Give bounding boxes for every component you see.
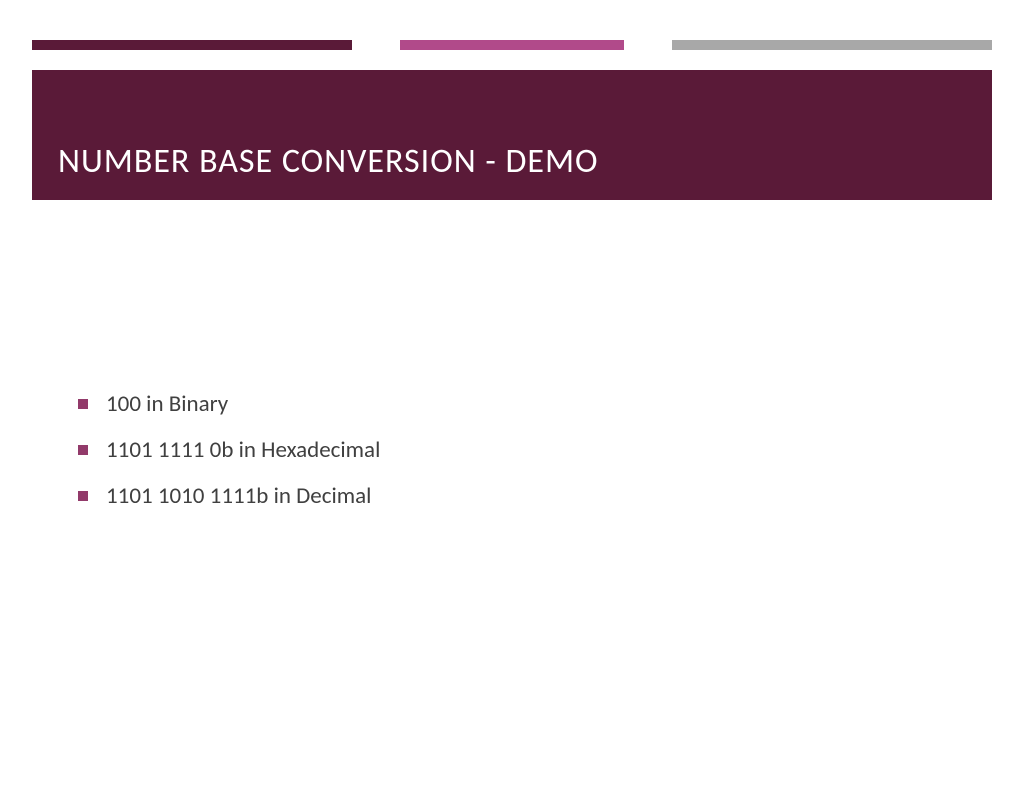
list-item: 100 in Binary	[78, 390, 1024, 418]
slide-title: NUMBER BASE CONVERSION - DEMO	[58, 141, 599, 182]
bullet-text: 1101 1111 0b in Hexadecimal	[106, 436, 380, 464]
list-item: 1101 1010 1111b in Decimal	[78, 482, 1024, 510]
stripe-gap	[352, 40, 400, 50]
decorative-top-stripes	[32, 40, 992, 50]
bullet-icon	[78, 399, 88, 409]
slide-content: 100 in Binary 1101 1111 0b in Hexadecima…	[78, 390, 1024, 510]
bullet-text: 1101 1010 1111b in Decimal	[106, 482, 371, 510]
title-banner: NUMBER BASE CONVERSION - DEMO	[32, 70, 992, 200]
stripe-gray	[672, 40, 992, 50]
stripe-gap	[624, 40, 672, 50]
stripe-accent	[400, 40, 624, 50]
list-item: 1101 1111 0b in Hexadecimal	[78, 436, 1024, 464]
bullet-icon	[78, 445, 88, 455]
stripe-dark	[32, 40, 352, 50]
bullet-text: 100 in Binary	[106, 390, 228, 418]
bullet-icon	[78, 491, 88, 501]
